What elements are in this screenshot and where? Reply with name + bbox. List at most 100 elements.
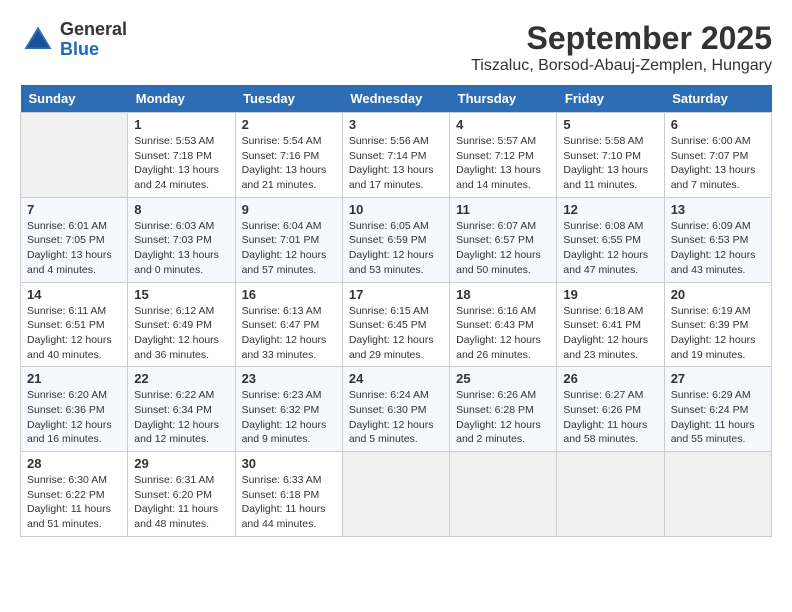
day-info: Sunrise: 6:00 AMSunset: 7:07 PMDaylight:…	[671, 134, 765, 193]
day-info: Sunrise: 5:56 AMSunset: 7:14 PMDaylight:…	[349, 134, 443, 193]
day-info: Sunrise: 6:33 AMSunset: 6:18 PMDaylight:…	[242, 473, 336, 532]
day-info: Sunrise: 6:04 AMSunset: 7:01 PMDaylight:…	[242, 219, 336, 278]
calendar-cell	[664, 452, 771, 537]
day-number: 1	[134, 117, 228, 132]
day-info: Sunrise: 5:53 AMSunset: 7:18 PMDaylight:…	[134, 134, 228, 193]
day-number: 25	[456, 371, 550, 386]
calendar-cell: 6 Sunrise: 6:00 AMSunset: 7:07 PMDayligh…	[664, 113, 771, 198]
calendar-cell: 4 Sunrise: 5:57 AMSunset: 7:12 PMDayligh…	[450, 113, 557, 198]
calendar-cell: 28 Sunrise: 6:30 AMSunset: 6:22 PMDaylig…	[21, 452, 128, 537]
day-info: Sunrise: 6:12 AMSunset: 6:49 PMDaylight:…	[134, 304, 228, 363]
day-number: 5	[563, 117, 657, 132]
calendar-cell: 14 Sunrise: 6:11 AMSunset: 6:51 PMDaylig…	[21, 282, 128, 367]
day-info: Sunrise: 6:08 AMSunset: 6:55 PMDaylight:…	[563, 219, 657, 278]
day-number: 30	[242, 456, 336, 471]
calendar-cell: 23 Sunrise: 6:23 AMSunset: 6:32 PMDaylig…	[235, 367, 342, 452]
calendar-table: SundayMondayTuesdayWednesdayThursdayFrid…	[20, 85, 772, 537]
day-number: 2	[242, 117, 336, 132]
calendar-cell: 29 Sunrise: 6:31 AMSunset: 6:20 PMDaylig…	[128, 452, 235, 537]
calendar-cell: 25 Sunrise: 6:26 AMSunset: 6:28 PMDaylig…	[450, 367, 557, 452]
calendar-cell	[21, 113, 128, 198]
day-number: 17	[349, 287, 443, 302]
calendar-cell: 13 Sunrise: 6:09 AMSunset: 6:53 PMDaylig…	[664, 197, 771, 282]
col-header-friday: Friday	[557, 85, 664, 113]
day-info: Sunrise: 6:22 AMSunset: 6:34 PMDaylight:…	[134, 388, 228, 447]
day-info: Sunrise: 6:01 AMSunset: 7:05 PMDaylight:…	[27, 219, 121, 278]
day-info: Sunrise: 5:54 AMSunset: 7:16 PMDaylight:…	[242, 134, 336, 193]
calendar-cell: 20 Sunrise: 6:19 AMSunset: 6:39 PMDaylig…	[664, 282, 771, 367]
day-number: 15	[134, 287, 228, 302]
logo: General Blue	[20, 20, 127, 60]
day-info: Sunrise: 6:24 AMSunset: 6:30 PMDaylight:…	[349, 388, 443, 447]
day-number: 14	[27, 287, 121, 302]
day-info: Sunrise: 6:30 AMSunset: 6:22 PMDaylight:…	[27, 473, 121, 532]
calendar-cell: 26 Sunrise: 6:27 AMSunset: 6:26 PMDaylig…	[557, 367, 664, 452]
calendar-cell: 15 Sunrise: 6:12 AMSunset: 6:49 PMDaylig…	[128, 282, 235, 367]
day-number: 7	[27, 202, 121, 217]
col-header-wednesday: Wednesday	[342, 85, 449, 113]
calendar-week-1: 1 Sunrise: 5:53 AMSunset: 7:18 PMDayligh…	[21, 113, 772, 198]
page-header: General Blue September 2025 Tiszaluc, Bo…	[20, 20, 772, 75]
day-number: 24	[349, 371, 443, 386]
calendar-cell: 7 Sunrise: 6:01 AMSunset: 7:05 PMDayligh…	[21, 197, 128, 282]
day-number: 11	[456, 202, 550, 217]
day-info: Sunrise: 6:05 AMSunset: 6:59 PMDaylight:…	[349, 219, 443, 278]
calendar-week-4: 21 Sunrise: 6:20 AMSunset: 6:36 PMDaylig…	[21, 367, 772, 452]
day-number: 23	[242, 371, 336, 386]
day-number: 9	[242, 202, 336, 217]
day-info: Sunrise: 6:16 AMSunset: 6:43 PMDaylight:…	[456, 304, 550, 363]
calendar-cell: 18 Sunrise: 6:16 AMSunset: 6:43 PMDaylig…	[450, 282, 557, 367]
title-block: September 2025 Tiszaluc, Borsod-Abauj-Ze…	[471, 20, 772, 75]
calendar-cell: 16 Sunrise: 6:13 AMSunset: 6:47 PMDaylig…	[235, 282, 342, 367]
day-info: Sunrise: 6:03 AMSunset: 7:03 PMDaylight:…	[134, 219, 228, 278]
day-info: Sunrise: 6:13 AMSunset: 6:47 PMDaylight:…	[242, 304, 336, 363]
calendar-cell: 12 Sunrise: 6:08 AMSunset: 6:55 PMDaylig…	[557, 197, 664, 282]
day-info: Sunrise: 5:58 AMSunset: 7:10 PMDaylight:…	[563, 134, 657, 193]
calendar-cell: 30 Sunrise: 6:33 AMSunset: 6:18 PMDaylig…	[235, 452, 342, 537]
day-info: Sunrise: 5:57 AMSunset: 7:12 PMDaylight:…	[456, 134, 550, 193]
calendar-cell: 17 Sunrise: 6:15 AMSunset: 6:45 PMDaylig…	[342, 282, 449, 367]
day-info: Sunrise: 6:15 AMSunset: 6:45 PMDaylight:…	[349, 304, 443, 363]
calendar-cell: 24 Sunrise: 6:24 AMSunset: 6:30 PMDaylig…	[342, 367, 449, 452]
logo-blue: Blue	[60, 40, 127, 60]
calendar-cell	[450, 452, 557, 537]
col-header-monday: Monday	[128, 85, 235, 113]
location: Tiszaluc, Borsod-Abauj-Zemplen, Hungary	[471, 57, 772, 75]
day-number: 13	[671, 202, 765, 217]
col-header-tuesday: Tuesday	[235, 85, 342, 113]
day-number: 4	[456, 117, 550, 132]
day-number: 6	[671, 117, 765, 132]
day-number: 22	[134, 371, 228, 386]
day-number: 28	[27, 456, 121, 471]
calendar-week-5: 28 Sunrise: 6:30 AMSunset: 6:22 PMDaylig…	[21, 452, 772, 537]
logo-general: General	[60, 20, 127, 40]
calendar-cell	[342, 452, 449, 537]
calendar-cell: 19 Sunrise: 6:18 AMSunset: 6:41 PMDaylig…	[557, 282, 664, 367]
day-number: 16	[242, 287, 336, 302]
day-number: 27	[671, 371, 765, 386]
logo-icon	[20, 22, 56, 58]
calendar-cell: 3 Sunrise: 5:56 AMSunset: 7:14 PMDayligh…	[342, 113, 449, 198]
day-info: Sunrise: 6:27 AMSunset: 6:26 PMDaylight:…	[563, 388, 657, 447]
day-info: Sunrise: 6:18 AMSunset: 6:41 PMDaylight:…	[563, 304, 657, 363]
day-number: 3	[349, 117, 443, 132]
day-info: Sunrise: 6:11 AMSunset: 6:51 PMDaylight:…	[27, 304, 121, 363]
day-info: Sunrise: 6:29 AMSunset: 6:24 PMDaylight:…	[671, 388, 765, 447]
calendar-cell	[557, 452, 664, 537]
day-info: Sunrise: 6:19 AMSunset: 6:39 PMDaylight:…	[671, 304, 765, 363]
col-header-saturday: Saturday	[664, 85, 771, 113]
day-number: 21	[27, 371, 121, 386]
calendar-cell: 2 Sunrise: 5:54 AMSunset: 7:16 PMDayligh…	[235, 113, 342, 198]
calendar-cell: 1 Sunrise: 5:53 AMSunset: 7:18 PMDayligh…	[128, 113, 235, 198]
day-info: Sunrise: 6:07 AMSunset: 6:57 PMDaylight:…	[456, 219, 550, 278]
calendar-week-2: 7 Sunrise: 6:01 AMSunset: 7:05 PMDayligh…	[21, 197, 772, 282]
day-info: Sunrise: 6:26 AMSunset: 6:28 PMDaylight:…	[456, 388, 550, 447]
day-number: 8	[134, 202, 228, 217]
calendar-cell: 10 Sunrise: 6:05 AMSunset: 6:59 PMDaylig…	[342, 197, 449, 282]
day-number: 19	[563, 287, 657, 302]
logo-text: General Blue	[60, 20, 127, 60]
calendar-cell: 11 Sunrise: 6:07 AMSunset: 6:57 PMDaylig…	[450, 197, 557, 282]
calendar-cell: 27 Sunrise: 6:29 AMSunset: 6:24 PMDaylig…	[664, 367, 771, 452]
col-header-sunday: Sunday	[21, 85, 128, 113]
calendar-cell: 5 Sunrise: 5:58 AMSunset: 7:10 PMDayligh…	[557, 113, 664, 198]
